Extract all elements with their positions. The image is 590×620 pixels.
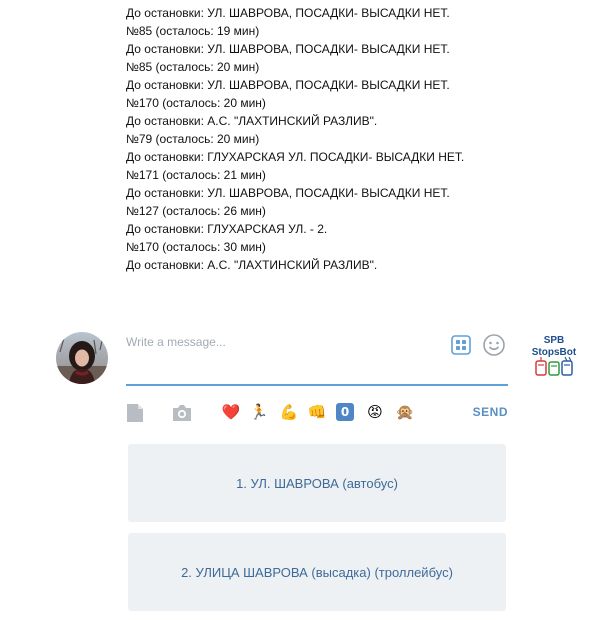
message-line: До остановки: УЛ. ШАВРОВА, ПОСАДКИ- ВЫСА… — [126, 186, 450, 200]
message-line: №170 (осталось: 20 мин) — [126, 96, 266, 110]
runner-emoji[interactable]: 🏃 — [248, 401, 270, 423]
attach-file-icon[interactable] — [126, 403, 144, 428]
message-line: До остановки: УЛ. ШАВРОВА, ПОСАДКИ- ВЫСА… — [126, 6, 450, 20]
heart-emoji[interactable]: ❤️ — [220, 401, 242, 423]
composer-toolbar: ❤️ 🏃 💪 👊 0 😡 🙊 SEND — [126, 400, 510, 426]
angry-face-emoji[interactable]: 😡 — [364, 401, 386, 423]
camera-icon[interactable] — [172, 404, 192, 427]
message-line: №127 (осталось: 26 мин) — [126, 204, 266, 218]
keyboard-button-2[interactable]: 2. УЛИЦА ШАВРОВА (высадка) (троллейбус) — [128, 533, 506, 611]
fist-emoji[interactable]: 👊 — [306, 401, 328, 423]
message-line: №85 (осталось: 20 мин) — [126, 60, 260, 74]
message-line: №170 (осталось: 30 мин) — [126, 240, 266, 254]
message-line: До остановки: А.С. "ЛАХТИНСКИЙ РАЗЛИВ". — [126, 258, 378, 272]
message-line: До остановки: УЛ. ШАВРОВА, ПОСАДКИ- ВЫСА… — [126, 78, 450, 92]
flexed-biceps-emoji[interactable]: 💪 — [278, 401, 300, 423]
trolleybus-icon — [561, 356, 573, 376]
message-input[interactable] — [126, 332, 436, 352]
smiley-icon[interactable] — [482, 333, 506, 357]
monkey-emoji[interactable]: 🙊 — [394, 401, 416, 423]
message-line: До остановки: ГЛУХАРСКАЯ УЛ. - 2. — [126, 222, 328, 236]
message-line: До остановки: А.С. "ЛАХТИНСКИЙ РАЗЛИВ". — [126, 114, 378, 128]
bot-commands-icon[interactable] — [451, 335, 471, 355]
message-history: До остановки: УЛ. ШАВРОВА, ПОСАДКИ- ВЫСА… — [126, 4, 526, 274]
tram-icon — [535, 357, 547, 376]
keyboard-button-label: 1. УЛ. ШАВРОВА (автобус) — [236, 475, 398, 491]
send-button[interactable]: SEND — [473, 405, 508, 419]
keyboard-button-1[interactable]: 1. УЛ. ШАВРОВА (автобус) — [128, 444, 506, 522]
message-line: До остановки: ГЛУХАРСКАЯ УЛ. ПОСАДКИ- ВЫ… — [126, 150, 465, 164]
keycap-zero-emoji[interactable]: 0 — [336, 403, 354, 421]
bus-icon — [548, 361, 560, 376]
keyboard-button-label: 2. УЛИЦА ШАВРОВА (высадка) (троллейбус) — [181, 564, 453, 580]
user-avatar[interactable] — [56, 332, 108, 384]
message-line: №85 (осталось: 19 мин) — [126, 24, 260, 38]
bot-avatar[interactable]: SPB StopsBot — [527, 332, 581, 380]
message-line: №171 (осталось: 21 мин) — [126, 168, 266, 182]
message-line: №79 (осталось: 20 мин) — [126, 132, 260, 146]
message-line: До остановки: УЛ. ШАВРОВА, ПОСАДКИ- ВЫСА… — [126, 42, 450, 56]
message-composer — [126, 328, 508, 386]
bot-name-line2: StopsBot — [532, 347, 577, 358]
bot-name-line1: SPB — [544, 335, 565, 346]
